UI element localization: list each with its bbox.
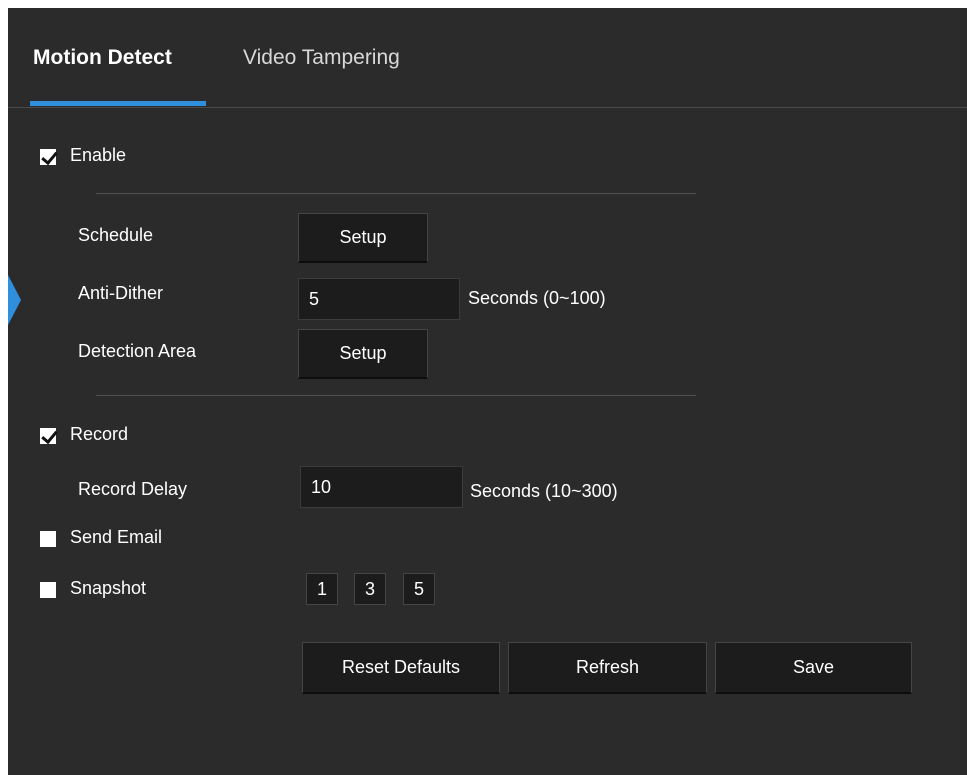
- reset-defaults-button[interactable]: Reset Defaults: [302, 642, 500, 694]
- checkmark-icon: [41, 147, 58, 166]
- snapshot-checkbox[interactable]: [40, 582, 56, 598]
- record-delay-unit: Seconds (10~300): [470, 481, 618, 501]
- snapshot-label: Snapshot: [70, 578, 147, 598]
- snapshot-option-5[interactable]: 5: [403, 573, 435, 605]
- active-tab-indicator: [30, 101, 206, 106]
- snapshot-option-3[interactable]: 3: [354, 573, 386, 605]
- refresh-button[interactable]: Refresh: [508, 642, 707, 694]
- schedule-label: Schedule: [78, 225, 154, 245]
- detection-area-label: Detection Area: [78, 341, 197, 361]
- detection-area-setup-button[interactable]: Setup: [298, 329, 428, 379]
- anti-dither-input[interactable]: [298, 278, 460, 320]
- schedule-setup-button[interactable]: Setup: [298, 213, 428, 263]
- record-label: Record: [70, 424, 129, 444]
- snapshot-option-1[interactable]: 1: [306, 573, 338, 605]
- tab-bar: Motion Detect Video Tampering: [8, 8, 967, 108]
- record-checkbox[interactable]: [40, 426, 58, 445]
- divider: [96, 193, 696, 194]
- record-delay-input[interactable]: [300, 466, 463, 508]
- tab-motion-detect[interactable]: Motion Detect: [33, 46, 172, 70]
- enable-checkbox[interactable]: [40, 147, 58, 166]
- checkmark-icon: [41, 426, 58, 445]
- enable-label: Enable: [70, 145, 127, 165]
- anti-dither-label: Anti-Dither: [78, 283, 164, 303]
- tab-video-tampering[interactable]: Video Tampering: [243, 46, 400, 70]
- collapse-arrow-icon[interactable]: [8, 275, 21, 325]
- divider: [96, 395, 696, 396]
- record-delay-label: Record Delay: [78, 479, 188, 499]
- save-button[interactable]: Save: [715, 642, 912, 694]
- send-email-checkbox[interactable]: [40, 531, 56, 547]
- motion-detect-panel: Motion Detect Video Tampering Enable Sch…: [8, 8, 967, 775]
- send-email-label: Send Email: [70, 527, 163, 547]
- anti-dither-unit: Seconds (0~100): [468, 288, 606, 308]
